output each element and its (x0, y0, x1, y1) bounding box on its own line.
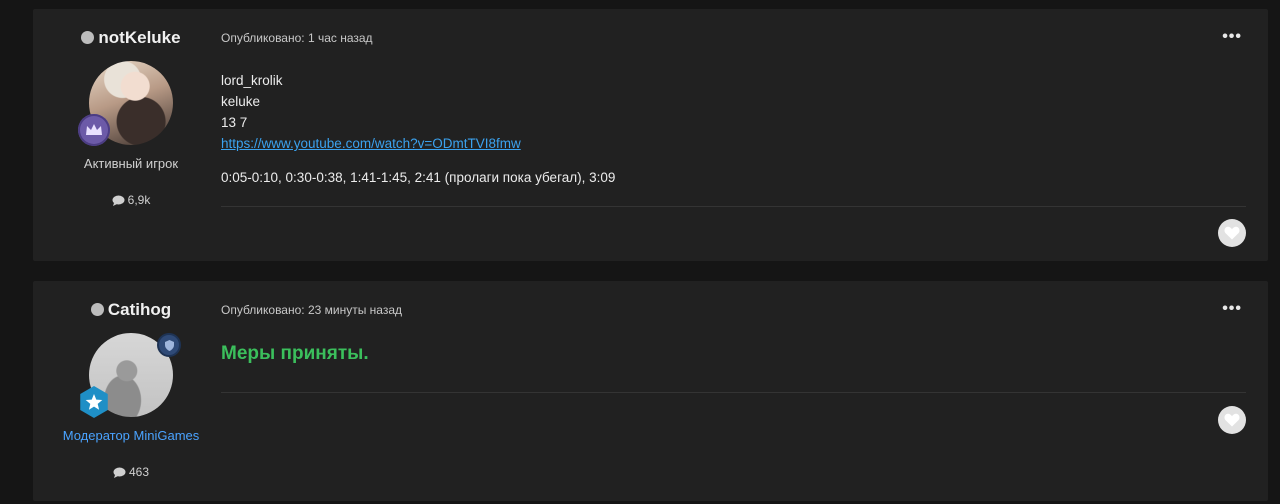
user-role: Модератор MiniGames (62, 428, 200, 443)
post-message: Меры приняты. (221, 343, 369, 364)
divider (221, 206, 1246, 207)
post-count: 463 (33, 465, 229, 481)
timestamps-text: 0:05-0:10, 0:30-0:38, 1:41-1:45, 2:41 (п… (221, 170, 616, 185)
post-date: Опубликовано: 1 час назад (221, 31, 373, 45)
post-date: Опубликовано: 23 минуты назад (221, 303, 403, 317)
online-status-icon (81, 31, 95, 44)
content-line: 13 7 (221, 115, 248, 130)
crown-icon (78, 114, 110, 146)
online-status-icon (90, 303, 104, 316)
youtube-link[interactable]: https://www.youtube.com/watch?v=ODmtTVI8… (221, 136, 521, 151)
post-content: lord_krolik keluke 13 7 https://www.yout… (221, 70, 615, 188)
divider (221, 392, 1246, 393)
comment-icon (112, 195, 125, 209)
author-name[interactable]: notKeluke (33, 28, 229, 48)
like-button[interactable] (1218, 406, 1246, 434)
author-name[interactable]: Catihog (33, 300, 229, 320)
more-options-button[interactable]: ••• (1222, 28, 1242, 46)
shield-icon (157, 333, 181, 357)
user-role: Активный игрок (83, 156, 179, 171)
post-card: notKeluke Активный игрок 6,9k Опубликова… (33, 9, 1268, 261)
heart-icon (1224, 226, 1240, 240)
post-card: Catihog Модератор MiniGames 463 Опублико… (33, 281, 1268, 501)
content-line: keluke (221, 94, 261, 109)
heart-icon (1224, 413, 1240, 427)
content-line: lord_krolik (221, 73, 283, 88)
like-button[interactable] (1218, 219, 1246, 247)
more-options-button[interactable]: ••• (1222, 300, 1242, 318)
comment-icon (113, 467, 126, 481)
post-count: 6,9k (33, 193, 229, 209)
